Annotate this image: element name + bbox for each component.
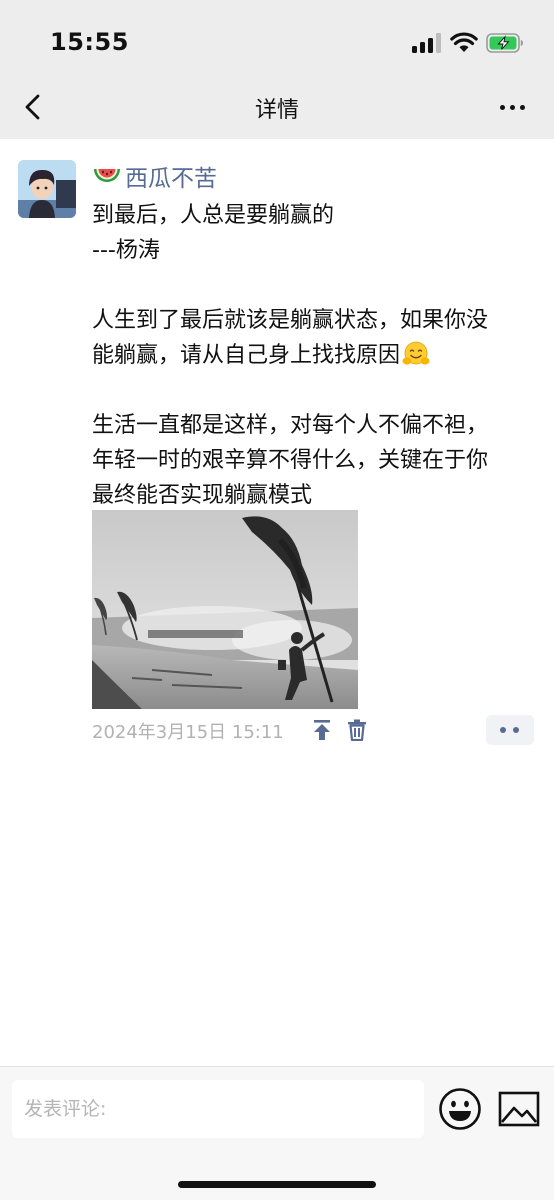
battery-charging-icon (486, 33, 523, 53)
comment-bar (0, 1066, 554, 1200)
post-photo[interactable] (92, 510, 358, 709)
home-indicator[interactable] (178, 1181, 376, 1188)
image-icon[interactable] (498, 1090, 540, 1128)
page-title: 详情 (254, 98, 299, 123)
post-line: 人生到了最后就该是躺赢状态，如果你没 (92, 308, 489, 333)
hugging-face-emoji-icon (402, 341, 430, 365)
post-line: 年轻一时的艰辛算不得什么，关键在于你 (92, 448, 489, 473)
status-time: 15:55 (50, 28, 129, 56)
post-line: 能躺赢，请从自己身上找找原因 (92, 338, 548, 373)
status-bar: 15:55 (0, 0, 554, 84)
comment-input[interactable] (12, 1080, 424, 1138)
post-line: 生活一直都是这样，对每个人不偏不袒， (92, 413, 489, 438)
post-line-text: 能躺赢，请从自己身上找找原因 (92, 343, 401, 368)
post-content: 到最后，人总是要躺赢的 ---杨涛 人生到了最后就该是躺赢状态，如果你没 能躺赢… (92, 198, 548, 513)
post-line (92, 373, 548, 408)
wifi-icon (450, 32, 478, 52)
navigation-bar: 详情 (0, 84, 554, 139)
watermelon-icon (94, 169, 120, 182)
post-line: ---杨涛 (92, 238, 160, 263)
more-options-icon[interactable] (496, 92, 530, 122)
pin-to-top-icon[interactable] (312, 719, 332, 741)
delete-icon[interactable] (347, 719, 367, 741)
post-line (92, 268, 548, 303)
avatar[interactable] (18, 160, 76, 218)
post-timestamp: 2024年3月15日 15:11 (92, 722, 284, 743)
emoji-face-icon[interactable] (438, 1087, 482, 1131)
post-line: 最终能否实现躺赢模式 (92, 483, 313, 508)
more-actions-button[interactable] (486, 715, 534, 745)
author-name[interactable]: 西瓜不苦 (92, 159, 217, 193)
cellular-signal-icon (412, 33, 442, 53)
author-label: 西瓜不苦 (125, 166, 217, 192)
post-line: 到最后，人总是要躺赢的 (92, 203, 335, 228)
